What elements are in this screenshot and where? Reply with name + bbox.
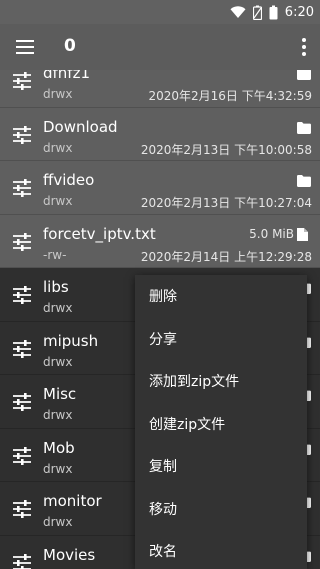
file-options-icon[interactable] [12,393,32,411]
file-options-icon[interactable] [12,286,32,304]
file-permissions: drwx [43,194,73,208]
folder-icon [297,119,311,134]
app-bar: 0 [0,24,320,70]
context-menu-item-label: 删除 [149,289,177,305]
file-name: Download [43,117,118,136]
file-modified-date: 2020年2月14日 上午12:29:28 [140,249,312,264]
file-name: mipush [43,331,99,350]
context-menu-item[interactable]: 创建zip文件 [135,402,307,445]
file-name: Misc [43,385,77,403]
file-permissions: drwx [43,301,73,315]
context-menu-item[interactable]: 分享 [135,317,307,360]
file-options-icon[interactable] [12,232,32,251]
file-name: forcetv_iptv.txt [43,224,156,243]
wifi-icon [230,5,246,18]
file-permissions: drwx [43,87,73,101]
context-menu-item-label: 改名 [149,544,177,560]
file-row[interactable]: dfhfz1 drwx 2020年2月16日 下午4:32:59 [0,70,320,108]
selection-count: 0 [64,36,76,56]
file-options-icon[interactable] [12,125,32,144]
more-options-icon[interactable] [301,38,307,56]
file-row[interactable]: Download drwx 2020年2月13日 下午10:00:58 [0,107,320,161]
status-time: 6:20 [284,4,314,20]
file-name: Mob [43,438,75,457]
context-menu-item[interactable]: 复制 [135,444,307,487]
file-modified-date: 2020年2月13日 下午10:27:04 [140,196,312,210]
status-icons: 6:20 [230,3,314,21]
file-name: monitor [43,492,102,510]
file-modified-date: 2020年2月13日 下午10:00:58 [140,142,312,157]
status-bar: 6:20 [0,0,320,24]
file-name: dfhfz1 [43,70,91,82]
context-menu-item[interactable]: 改名 [135,529,307,569]
file-name: ffvideo [43,171,95,189]
context-menu-item-label: 添加到zip文件 [149,374,240,390]
context-menu-item-label: 分享 [149,331,177,348]
file-permissions: drwx [43,461,73,476]
file-permissions: drwx [43,354,73,369]
context-menu-item-label: 移动 [149,501,177,518]
file-options-icon[interactable] [12,500,32,518]
file-name: Movies [43,545,96,564]
battery-icon [269,5,278,19]
file-modified-date: 2020年2月16日 下午4:32:59 [148,89,312,103]
context-menu-item[interactable]: 添加到zip文件 [135,359,307,402]
file-options-icon[interactable] [12,446,32,465]
file-permissions: drwx [43,515,73,529]
context-menu-item-label: 复制 [149,459,177,475]
context-menu: 删除分享添加到zip文件 创建zip文件 复制移动改名 [135,275,307,569]
file-options-icon[interactable] [12,553,32,569]
file-options-icon[interactable] [12,339,32,358]
context-menu-item-label: 创建zip文件 [149,416,226,433]
file-permissions: drwx [43,408,73,422]
file-permissions: drwx [43,140,73,155]
file-name: libs [43,278,69,296]
battery-saver-icon [252,5,262,20]
folder-icon [297,70,311,80]
file-icon [297,226,311,241]
hamburger-menu-icon[interactable] [14,37,36,57]
file-options-icon[interactable] [12,179,32,197]
file-size: 5.0 MiB [249,226,294,241]
file-row[interactable]: forcetv_iptv.txt -rw- 2020年2月14日 上午12:29:2… [0,214,320,268]
file-row[interactable]: ffvideo drwx 2020年2月13日 下午10:27:04 [0,161,320,215]
context-menu-item[interactable]: 移动 [135,487,307,530]
context-menu-item[interactable]: 删除 [135,275,307,317]
file-permissions: -rw- [43,247,67,262]
file-options-icon[interactable] [12,72,32,90]
folder-icon [297,172,311,187]
